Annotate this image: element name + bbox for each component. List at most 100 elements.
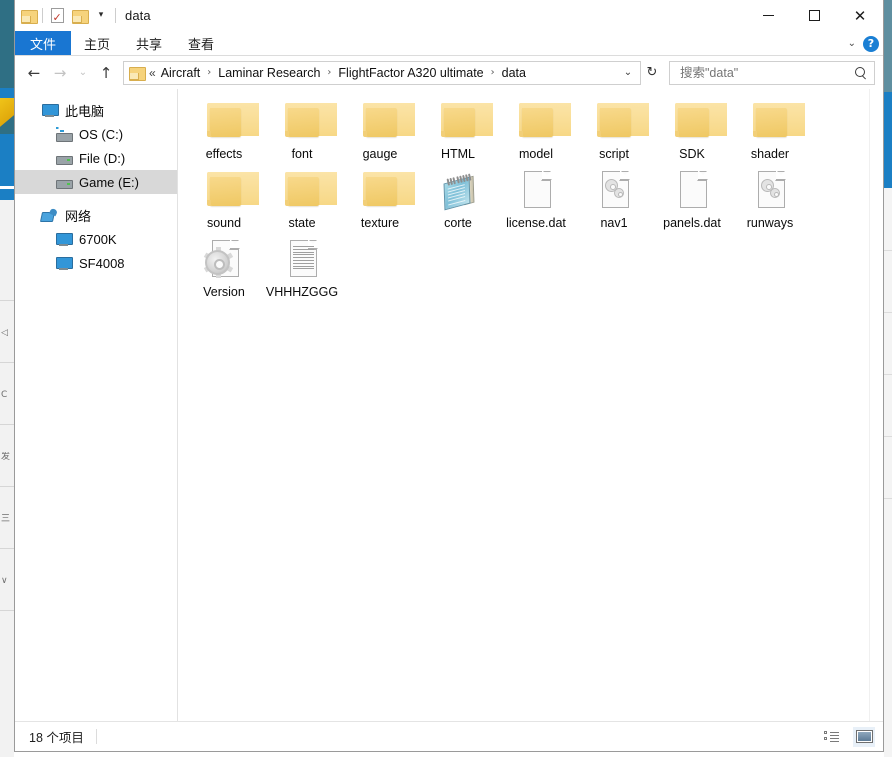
file-item[interactable]: texture [341,162,419,231]
navigation-pane: 此电脑 OS (C:) File (D:) Game (E:) 网络 6700K… [15,89,178,721]
details-view-button[interactable] [821,727,843,747]
document-icon [512,168,560,213]
status-bar: 18 个项目 [15,721,883,751]
file-item[interactable]: state [263,162,341,231]
file-item[interactable]: shader [731,93,809,162]
breadcrumb-overflow[interactable]: « [148,66,159,80]
properties-icon[interactable]: ✓ [46,5,68,27]
sidebar-item-os-c[interactable]: OS (C:) [15,122,177,146]
tab-home[interactable]: 主页 [71,31,123,55]
forward-button[interactable]: → [47,60,73,86]
file-item[interactable]: HTML [419,93,497,162]
folder-icon [356,99,415,144]
file-item-label: sound [206,216,242,230]
file-item[interactable]: license.dat [497,162,575,231]
file-item-label: effects [205,147,243,161]
tab-view[interactable]: 查看 [175,31,227,55]
file-item[interactable]: SDK [653,93,731,162]
folder-icon [200,99,259,144]
pc-icon [55,232,73,247]
executable-gear-icon [200,237,248,282]
file-item-label: script [599,147,629,161]
qat-divider-1 [42,8,43,23]
minimize-button[interactable] [745,0,791,31]
sidebar-item-network[interactable]: 网络 [15,203,177,227]
view-mode-buttons [821,726,875,747]
search-box[interactable] [669,60,875,85]
recent-locations-icon[interactable]: ⌄ [73,60,93,86]
address-bar[interactable]: « Aircraft › Laminar Research › FlightFa… [123,60,641,85]
chevron-right-icon[interactable]: › [202,67,216,78]
sidebar-item-sf4008[interactable]: SF4008 [15,251,177,275]
folder-icon [746,99,805,144]
folder-icon [200,168,259,213]
sidebar-item-label: 6700K [79,231,117,247]
new-folder-icon[interactable] [68,5,90,27]
background-glyph: C [1,390,8,400]
file-item[interactable]: model [497,93,575,162]
search-input[interactable] [680,65,854,80]
file-item-label: runways [746,216,794,230]
content-scrollbar[interactable] [869,89,883,721]
chevron-down-icon[interactable]: ▾ [90,5,112,27]
network-icon [41,208,58,223]
breadcrumb-laminar-research[interactable]: Laminar Research [216,66,322,80]
explorer-body: 此电脑 OS (C:) File (D:) Game (E:) 网络 6700K… [15,89,883,721]
sidebar-item-6700k[interactable]: 6700K [15,227,177,251]
chevron-right-icon[interactable]: › [486,67,500,78]
breadcrumb-data[interactable]: data [500,66,528,80]
refresh-button[interactable]: ↻ [641,61,663,85]
maximize-button[interactable] [791,0,837,31]
file-item-label: state [288,216,316,230]
chevron-right-icon[interactable]: › [322,67,336,78]
breadcrumb-aircraft[interactable]: Aircraft [159,66,203,80]
background-list-rows [0,300,14,720]
sidebar-item-this-pc[interactable]: 此电脑 [15,98,177,122]
drive-os-icon [55,126,73,142]
sidebar-item-label: File (D:) [79,150,126,166]
tab-file[interactable]: 文件 [15,31,71,55]
file-item[interactable]: sound [185,162,263,231]
close-button[interactable]: ✕ [837,0,883,31]
file-item[interactable]: nav1 [575,162,653,231]
background-glyph: ◁ [1,328,8,338]
folder-icon [278,168,337,213]
ribbon-tabs: 文件 主页 共享 查看 ⌄ ? [15,31,883,56]
notepad-icon [434,168,482,213]
tab-share[interactable]: 共享 [123,31,175,55]
file-item[interactable]: Version [185,231,263,300]
chevron-down-icon[interactable]: ⌄ [618,67,638,78]
breadcrumb-flightfactor-a320-ultimate[interactable]: FlightFactor A320 ultimate [336,66,485,80]
back-button[interactable]: ← [21,60,47,86]
up-button[interactable]: ↑ [93,60,119,86]
file-item[interactable]: panels.dat [653,162,731,231]
file-item-label: font [291,147,313,161]
help-icon[interactable]: ? [863,35,879,52]
folder-icon [512,99,571,144]
search-icon[interactable] [854,66,868,80]
folder-icon [590,99,649,144]
file-item[interactable]: script [575,93,653,162]
file-item[interactable]: VHHHZGGG [263,231,341,300]
background-window-right-edge [884,0,892,757]
file-item[interactable]: corte [419,162,497,231]
file-list-pane[interactable]: effects font gauge HTML model script SDK shader… [178,89,883,721]
folder-icon[interactable] [17,5,39,27]
text-file-icon [278,237,326,282]
file-item[interactable]: font [263,93,341,162]
file-item-label: shader [750,147,790,161]
address-toolbar: ← → ⌄ ↑ « Aircraft › Laminar Research › … [15,56,883,89]
sidebar-item-label: 网络 [65,208,92,224]
sidebar-item-label: OS (C:) [79,126,124,142]
chevron-down-icon[interactable]: ⌄ [848,38,856,49]
file-item[interactable]: effects [185,93,263,162]
sidebar-item-game-e[interactable]: Game (E:) [15,170,177,194]
item-count-label: 18 个项目 [29,731,84,745]
file-item[interactable]: gauge [341,93,419,162]
folder-icon [356,168,415,213]
large-icons-view-button[interactable] [853,726,875,747]
file-item[interactable]: runways [731,162,809,231]
pc-icon [55,256,73,271]
sidebar-item-file-d[interactable]: File (D:) [15,146,177,170]
drive-icon [55,151,73,166]
